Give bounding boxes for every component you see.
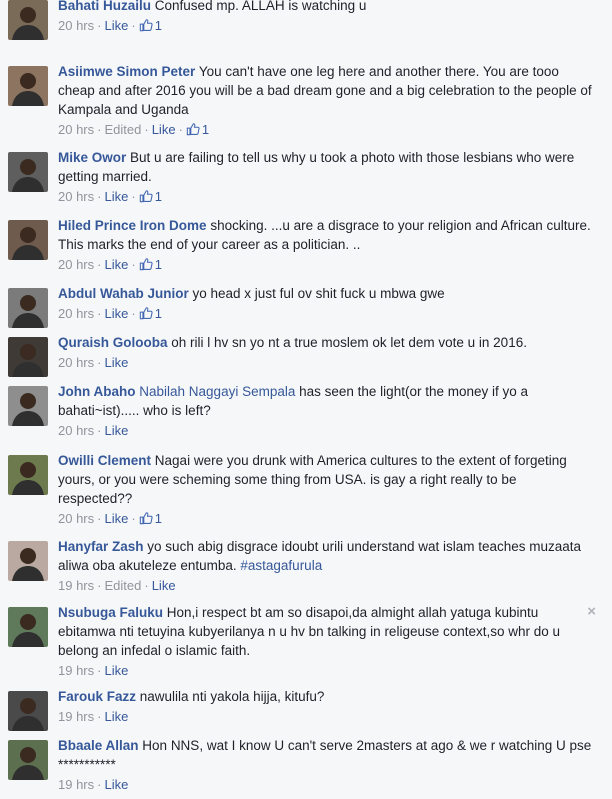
thumbs-up-icon: [186, 121, 200, 139]
comment-author[interactable]: Hanyfar Zash: [58, 539, 144, 554]
like-button[interactable]: Like: [104, 257, 128, 272]
avatar[interactable]: [8, 337, 48, 377]
like-button[interactable]: Like: [152, 578, 176, 593]
close-icon[interactable]: ×: [587, 603, 596, 620]
like-button[interactable]: Like: [104, 355, 128, 370]
comment-author[interactable]: Asiimwe Simon Peter: [58, 64, 195, 79]
thumbs-up-icon: [139, 17, 153, 35]
avatar[interactable]: [8, 152, 48, 192]
like-count-value: 1: [201, 122, 210, 137]
edited-label[interactable]: Edited: [104, 122, 141, 137]
comment-timestamp[interactable]: 20 hrs: [58, 355, 94, 370]
thumbs-up-icon: [139, 305, 153, 323]
comment-mention[interactable]: Nabilah Naggayi Sempala: [139, 384, 295, 399]
comment-hashtag[interactable]: #astagafurula: [240, 558, 322, 573]
like-count[interactable]: 1: [139, 188, 162, 206]
avatar[interactable]: [8, 0, 48, 40]
comment-author[interactable]: Bbaale Allan: [58, 738, 139, 753]
comment-timestamp[interactable]: 20 hrs: [58, 423, 94, 438]
comment-text: But u are failing to tell us why u took …: [58, 150, 575, 184]
avatar[interactable]: [8, 607, 48, 647]
like-button[interactable]: Like: [152, 122, 176, 137]
comment-timestamp[interactable]: 20 hrs: [58, 257, 94, 272]
comment-text: yo head x just ful ov shit fuck u mbwa g…: [192, 286, 445, 301]
comment-text: Confused mp. ALLAH is watching u: [154, 0, 367, 13]
like-count[interactable]: 1: [139, 510, 162, 528]
like-count[interactable]: 1: [139, 305, 162, 323]
comment-author[interactable]: John Abaho: [58, 384, 136, 399]
like-button[interactable]: Like: [104, 511, 128, 526]
comment-author[interactable]: Bahati Huzailu: [58, 0, 151, 13]
comment-author[interactable]: Owilli Clement: [58, 453, 151, 468]
comment-timestamp[interactable]: 20 hrs: [58, 306, 94, 321]
comment-author[interactable]: Quraish Golooba: [58, 335, 168, 350]
like-count-value: 1: [154, 18, 162, 33]
comment-meta: 19 hrs · Edited · Like: [58, 578, 176, 593]
comment-meta: 20 hrs · Like: [58, 355, 129, 370]
like-count[interactable]: 1: [186, 121, 209, 139]
avatar[interactable]: [8, 541, 48, 581]
avatar[interactable]: [8, 220, 48, 260]
like-count-value: 1: [154, 511, 162, 526]
comment-timestamp[interactable]: 19 hrs: [58, 777, 94, 792]
comment-timestamp[interactable]: 20 hrs: [58, 18, 94, 33]
comment-timestamp[interactable]: 20 hrs: [58, 189, 94, 204]
like-count-value: 1: [154, 306, 162, 321]
comment-meta: 20 hrs · Like: [58, 423, 129, 438]
comment-meta: 20 hrs · Like · 1: [58, 256, 162, 274]
avatar[interactable]: [8, 386, 48, 426]
comment-meta: 19 hrs · Like: [58, 663, 129, 678]
comment-author[interactable]: Farouk Fazz: [58, 689, 136, 704]
comment-meta: 20 hrs · Edited · Like · 1: [58, 121, 210, 139]
avatar[interactable]: [8, 455, 48, 495]
comment-meta: 20 hrs · Like · 1: [58, 305, 162, 323]
like-button[interactable]: Like: [104, 423, 128, 438]
comment-meta: 20 hrs · Like · 1: [58, 510, 162, 528]
like-button[interactable]: Like: [104, 777, 128, 792]
comment-text: nawulila nti yakola hijja, kitufu?: [139, 689, 325, 704]
comment-text: oh rili l hv sn yo nt a true moslem ok l…: [171, 335, 527, 350]
like-count[interactable]: 1: [139, 256, 162, 274]
avatar[interactable]: [8, 288, 48, 328]
like-button[interactable]: Like: [104, 663, 128, 678]
comment-meta: 19 hrs · Like: [58, 777, 129, 792]
thumbs-up-icon: [139, 188, 153, 206]
thumbs-up-icon: [139, 510, 153, 528]
comment-author[interactable]: Abdul Wahab Junior: [58, 286, 189, 301]
like-count-value: 1: [154, 257, 162, 272]
comment-timestamp[interactable]: 20 hrs: [58, 122, 94, 137]
avatar[interactable]: [8, 691, 48, 731]
comment-author[interactable]: Mike Owor: [58, 150, 126, 165]
like-count-value: 1: [154, 189, 162, 204]
comment-timestamp[interactable]: 20 hrs: [58, 511, 94, 526]
like-count[interactable]: 1: [139, 17, 162, 35]
comment-author[interactable]: Hiled Prince Iron Dome: [58, 218, 207, 233]
avatar[interactable]: [8, 66, 48, 106]
like-button[interactable]: Like: [104, 18, 128, 33]
comment-timestamp[interactable]: 19 hrs: [58, 578, 94, 593]
like-button[interactable]: Like: [104, 306, 128, 321]
comment-author[interactable]: Nsubuga Faluku: [58, 605, 163, 620]
like-button[interactable]: Like: [104, 709, 128, 724]
edited-label[interactable]: Edited: [104, 578, 141, 593]
comment-timestamp[interactable]: 19 hrs: [58, 709, 94, 724]
thumbs-up-icon: [139, 256, 153, 274]
comment-meta: 20 hrs · Like · 1: [58, 188, 162, 206]
like-button[interactable]: Like: [104, 189, 128, 204]
comment-meta: 19 hrs · Like: [58, 709, 129, 724]
avatar[interactable]: [8, 740, 48, 780]
comment-timestamp[interactable]: 19 hrs: [58, 663, 94, 678]
comment-meta: 20 hrs · Like · 1: [58, 17, 162, 35]
